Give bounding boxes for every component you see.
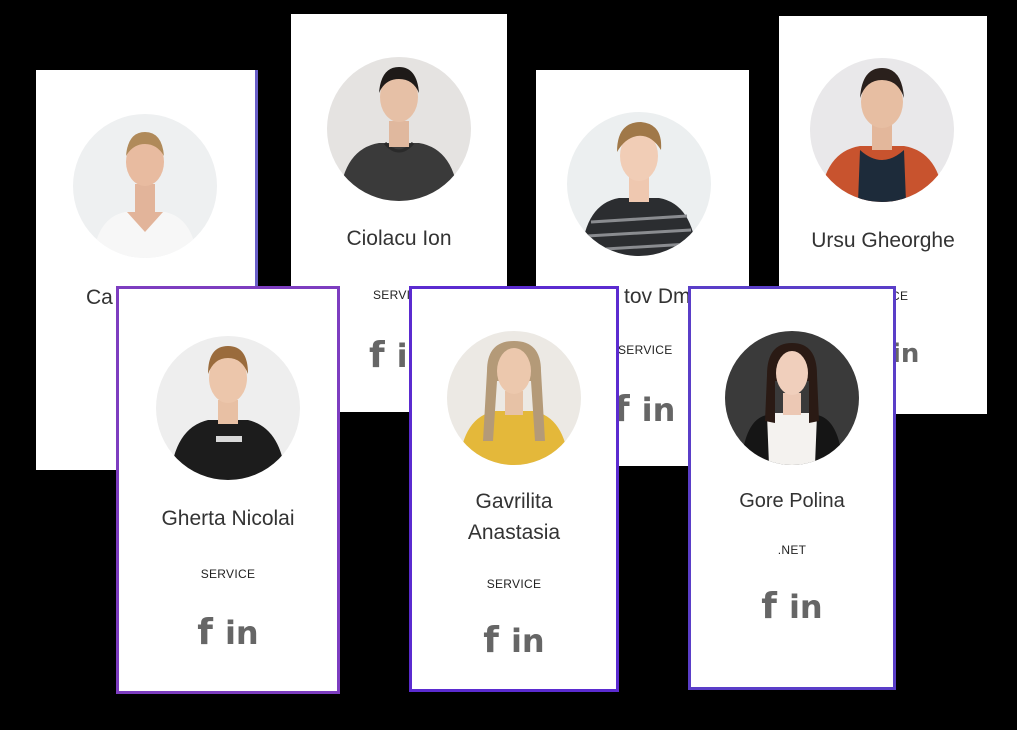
member-photo <box>567 112 711 256</box>
linkedin-icon[interactable]: in <box>789 591 823 623</box>
social-links: f in <box>412 623 616 659</box>
facebook-icon[interactable]: f <box>197 615 213 651</box>
member-role: SERVICE <box>200 567 256 581</box>
member-photo <box>447 331 581 465</box>
person-photo-icon <box>156 336 300 480</box>
social-links: f in <box>119 615 337 651</box>
member-photo <box>156 336 300 480</box>
facebook-icon[interactable]: f <box>483 623 499 659</box>
member-name: Ciolacu Ion <box>346 227 452 250</box>
member-role: SERVICE <box>486 577 542 591</box>
facebook-icon[interactable]: f <box>369 338 385 374</box>
person-photo-icon <box>327 57 471 201</box>
person-photo-icon <box>810 58 954 202</box>
team-card-5: Gherta Nicolai SERVICE f in <box>116 286 340 694</box>
facebook-icon[interactable]: f <box>761 589 777 625</box>
linkedin-icon[interactable]: in <box>511 625 545 657</box>
person-photo-icon <box>725 331 859 465</box>
person-photo-icon <box>567 112 711 256</box>
person-photo-icon <box>447 331 581 465</box>
member-photo <box>327 57 471 201</box>
team-card-6: Gavrilita Anastasia SERVICE f in <box>409 286 619 692</box>
member-name-line-1: Gavrilita <box>475 490 553 513</box>
member-name: Ursu Gheorghe <box>811 229 955 252</box>
linkedin-icon[interactable]: in <box>642 394 676 426</box>
linkedin-icon[interactable]: in <box>225 617 259 649</box>
member-name: Gore Polina <box>739 490 845 512</box>
member-photo <box>810 58 954 202</box>
member-name-line-2: Anastasia <box>467 521 561 544</box>
member-photo <box>73 114 217 258</box>
person-photo-icon <box>73 114 217 258</box>
member-photo <box>725 331 859 465</box>
social-links: f in <box>691 589 893 625</box>
team-card-7: Gore Polina .NET f in <box>688 286 896 690</box>
linkedin-icon[interactable]: in <box>892 341 919 367</box>
member-role: .NET <box>777 543 807 557</box>
member-name: Gherta Nicolai <box>161 507 295 530</box>
